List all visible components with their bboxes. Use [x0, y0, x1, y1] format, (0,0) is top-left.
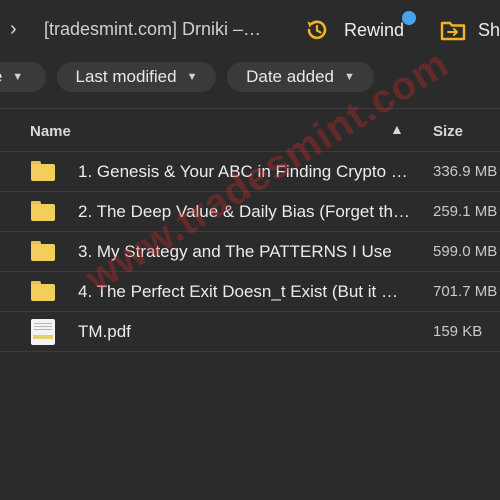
chevron-right-icon[interactable]: ›	[10, 18, 17, 41]
last-modified-filter-chip[interactable]: Last modified ▼	[57, 62, 216, 92]
row-name: 3. My Strategy and The PATTERNS I Use	[78, 242, 392, 261]
chevron-down-icon: ▼	[12, 71, 24, 83]
date-added-label: Date added	[246, 67, 334, 86]
top-bar: › [tradesmint.com] Drniki –… Rewind Sha	[0, 0, 500, 58]
pdf-file-icon	[31, 319, 55, 345]
folder-icon	[31, 161, 55, 183]
row-size: 159 KB	[433, 323, 483, 340]
table-row[interactable]: TM.pdf 159 KB	[0, 312, 500, 352]
notification-dot	[402, 11, 416, 25]
folder-icon	[31, 281, 55, 303]
rewind-clock-icon	[307, 20, 327, 40]
table-row[interactable]: 2. The Deep Value & Daily Bias (Forget t…	[0, 192, 500, 232]
type-filter-chip[interactable]: e ▼	[0, 62, 46, 92]
last-modified-label: Last modified	[75, 67, 177, 86]
share-button[interactable]: Sha	[440, 14, 500, 46]
chevron-down-icon: ▼	[344, 71, 355, 83]
type-filter-label: e	[0, 67, 2, 87]
share-label: Sha	[478, 19, 500, 40]
row-name: 1. Genesis & Your ABC in Finding Crypto …	[78, 162, 408, 181]
rewind-label: Rewind	[344, 19, 405, 40]
table-row[interactable]: 4. The Perfect Exit Doesn_t Exist (But i…	[0, 272, 500, 312]
breadcrumb[interactable]: [tradesmint.com] Drniki –…	[44, 19, 261, 40]
folder-icon	[31, 201, 55, 223]
table-header: Name ▲ Size	[0, 108, 500, 152]
table-row[interactable]: 3. My Strategy and The PATTERNS I Use 59…	[0, 232, 500, 272]
row-name: 2. The Deep Value & Daily Bias (Forget t…	[78, 202, 410, 221]
row-size: 599.0 MB	[433, 243, 498, 260]
row-name: 4. The Perfect Exit Doesn_t Exist (But i…	[78, 282, 398, 301]
row-size: 336.9 MB	[433, 163, 498, 180]
size-column-header[interactable]: Size	[433, 123, 463, 140]
table-row[interactable]: 1. Genesis & Your ABC in Finding Crypto …	[0, 152, 500, 192]
row-name: TM.pdf	[78, 322, 131, 341]
chevron-down-icon: ▼	[186, 71, 198, 83]
rewind-button[interactable]: Rewind	[304, 14, 404, 46]
sort-ascending-icon[interactable]: ▲	[390, 121, 404, 137]
row-size: 701.7 MB	[433, 283, 498, 300]
date-added-filter-chip[interactable]: Date added ▼	[227, 62, 374, 92]
name-column-header[interactable]: Name	[30, 123, 71, 140]
file-browser: › [tradesmint.com] Drniki –… Rewind Sha …	[0, 0, 500, 500]
folder-icon	[31, 241, 55, 263]
row-size: 259.1 MB	[433, 203, 498, 220]
shared-folder-icon	[440, 21, 466, 41]
